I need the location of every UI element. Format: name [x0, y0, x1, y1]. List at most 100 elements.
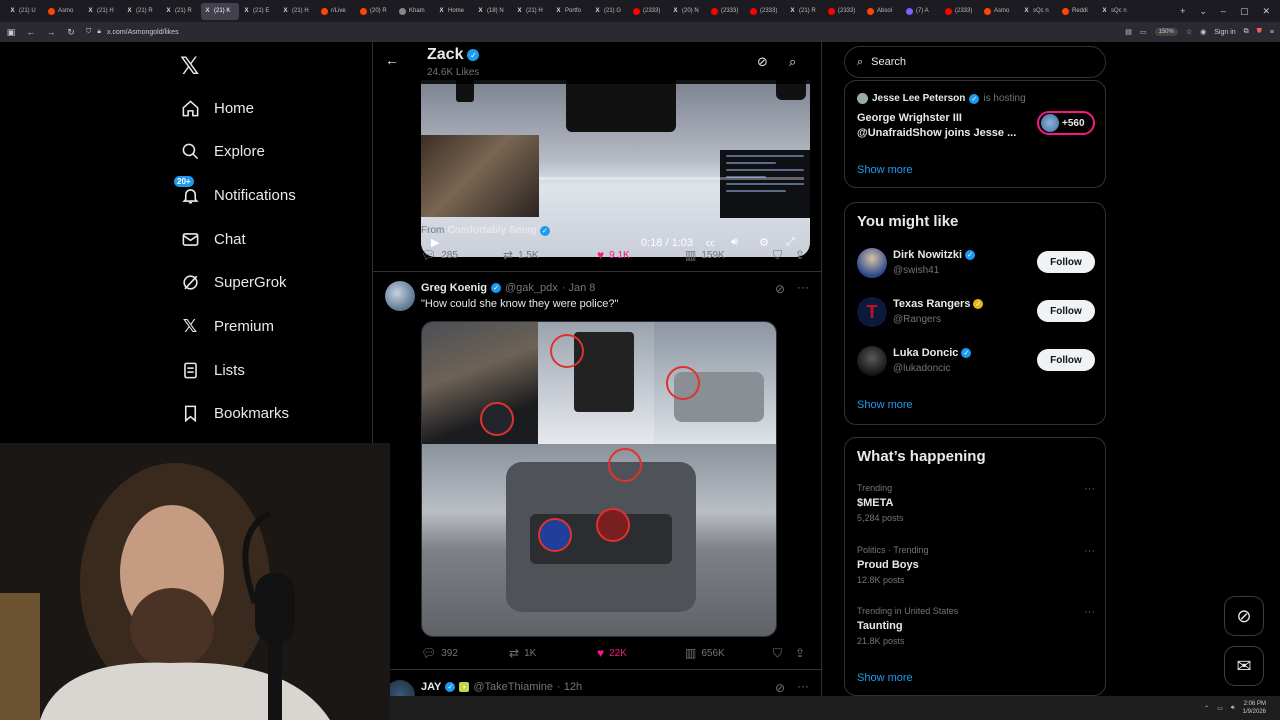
grok-icon[interactable]: ⊘: [775, 681, 785, 695]
grok-icon[interactable]: ⊘: [757, 54, 768, 70]
follow-button[interactable]: Follow: [1037, 300, 1095, 322]
extensions-icon[interactable]: ⧉: [1244, 28, 1249, 36]
like-button[interactable]: ♥ 9.1K: [597, 248, 630, 262]
maximize-icon[interactable]: ▢: [1240, 6, 1249, 17]
zoom-level[interactable]: 150%: [1154, 28, 1178, 36]
tweet-author-handle[interactable]: @TakeThiamine: [473, 681, 553, 693]
browser-tab[interactable]: Asmo: [45, 3, 83, 20]
browser-tab[interactable]: X (21) E: [240, 3, 278, 20]
browser-tab[interactable]: X (21) H: [84, 3, 122, 20]
more-options-icon[interactable]: ···: [1084, 545, 1095, 557]
repost-button[interactable]: ⇄ 1.5K: [503, 248, 539, 262]
space-host-name[interactable]: Jesse Lee Peterson: [872, 93, 965, 104]
tweet-author-handle[interactable]: @gak_pdx: [505, 282, 558, 294]
space-title[interactable]: George Wrighster III @UnafraidShow joins…: [857, 111, 1017, 141]
browser-tab[interactable]: (2333): [942, 3, 980, 20]
search-icon[interactable]: ⌕: [789, 54, 796, 70]
shield-extension-icon[interactable]: ⛊: [1257, 28, 1262, 36]
browser-tab[interactable]: (2333): [630, 3, 668, 20]
browser-tab[interactable]: r/Live: [318, 3, 356, 20]
address-bar[interactable]: ⛉ 🔒︎ x.com/Asmongold/likes: [86, 24, 1115, 40]
browser-tab[interactable]: (2333): [825, 3, 863, 20]
browser-tab[interactable]: X (21) R: [162, 3, 200, 20]
browser-tab[interactable]: XsQc n: [1020, 3, 1058, 20]
browser-tab[interactable]: X Home: [435, 3, 473, 20]
share-button[interactable]: ⇪: [795, 646, 805, 660]
more-options-icon[interactable]: ···: [797, 280, 809, 294]
minimize-icon[interactable]: –: [1221, 6, 1226, 17]
nav-supergrok[interactable]: SuperGrok: [180, 272, 287, 292]
sidebar-toggle-icon[interactable]: ▣: [6, 27, 16, 38]
browser-tab[interactable]: X Portfo: [552, 3, 590, 20]
grok-icon[interactable]: ⊘: [1224, 596, 1264, 636]
speaker-icon[interactable]: 🔊︎: [1231, 705, 1235, 712]
trend-item[interactable]: Trending in United States Taunting 21.8K…: [857, 606, 1095, 656]
browser-tab[interactable]: X (21) R: [786, 3, 824, 20]
trend-item[interactable]: Politics · Trending Proud Boys 12.8K pos…: [857, 545, 1095, 595]
nav-explore[interactable]: Explore: [180, 141, 265, 161]
show-more-link[interactable]: Show more: [857, 164, 913, 176]
follow-button[interactable]: Follow: [1037, 251, 1095, 273]
browser-tab[interactable]: (20) R: [357, 3, 395, 20]
nav-home[interactable]: Home: [180, 98, 254, 118]
show-more-link[interactable]: Show more: [857, 672, 913, 684]
reader-view-icon[interactable]: ▤: [1125, 28, 1132, 36]
reload-icon[interactable]: ↻: [66, 27, 76, 38]
browser-tab[interactable]: X (21) K: [201, 2, 239, 20]
views-button[interactable]: ▥ 159K: [685, 248, 725, 262]
search-input[interactable]: ⌕ Search: [844, 46, 1106, 78]
browser-tab[interactable]: (2333): [747, 3, 785, 20]
nav-premium[interactable]: 𝕏 Premium: [180, 316, 274, 336]
avatar[interactable]: [385, 281, 415, 311]
tweet-author-name[interactable]: JAY: [421, 681, 441, 693]
tweet-date[interactable]: · 12h: [557, 681, 582, 693]
bookmark-star-icon[interactable]: ☆: [1186, 28, 1192, 36]
network-icon[interactable]: ▭: [1217, 705, 1223, 712]
source-account-link[interactable]: Comfortably Smug: [447, 225, 536, 236]
bookmark-button[interactable]: ⛉: [773, 248, 782, 263]
space-listeners-button[interactable]: +560: [1037, 111, 1095, 135]
browser-tab[interactable]: Asmo: [981, 3, 1019, 20]
more-options-icon[interactable]: ···: [1084, 606, 1095, 618]
account-icon[interactable]: ◉: [1200, 28, 1206, 36]
suggested-account[interactable]: Dirk Nowitzki ✓ @swish41 Follow: [857, 245, 1095, 281]
browser-tab[interactable]: X (21) U: [6, 3, 44, 20]
nav-lists[interactable]: Lists: [180, 360, 245, 380]
tweet-image-collage[interactable]: [421, 321, 777, 637]
close-window-icon[interactable]: ✕: [1262, 6, 1270, 17]
bookmark-button[interactable]: ⛉: [773, 646, 782, 661]
tweet-author-name[interactable]: Greg Koenig: [421, 282, 487, 294]
browser-tab[interactable]: X (21) G: [591, 3, 629, 20]
like-button[interactable]: ♥ 22K: [597, 646, 627, 660]
browser-tab[interactable]: X (18) N: [474, 3, 512, 20]
reply-button[interactable]: 💬︎ 392: [421, 646, 458, 660]
back-icon[interactable]: ←: [26, 27, 36, 37]
tweet-date[interactable]: · Jan 8: [562, 282, 596, 294]
browser-tab[interactable]: Reddi: [1059, 3, 1097, 20]
tab-list-icon[interactable]: ⌄: [1199, 6, 1207, 17]
suggested-account[interactable]: T Texas Rangers ✓ @Rangers Follow: [857, 294, 1095, 330]
taskbar-clock[interactable]: 2:06 PM 1/9/2026: [1243, 700, 1266, 716]
nav-notifications[interactable]: 20+ Notifications: [174, 176, 296, 205]
back-arrow-icon[interactable]: ←: [385, 52, 399, 68]
x-logo-icon[interactable]: 𝕏: [180, 52, 199, 81]
grok-icon[interactable]: ⊘: [775, 282, 785, 296]
menu-icon[interactable]: ≡: [1270, 29, 1274, 36]
picture-icon[interactable]: ▭: [1140, 28, 1147, 36]
reply-button[interactable]: 💬︎ 285: [421, 248, 458, 262]
suggested-account[interactable]: Luka Doncic ✓ @lukadoncic Follow: [857, 343, 1095, 379]
new-tab-icon[interactable]: +: [1180, 6, 1185, 17]
show-more-link[interactable]: Show more: [857, 399, 913, 411]
follow-button[interactable]: Follow: [1037, 349, 1095, 371]
browser-tab[interactable]: X (21) H: [279, 3, 317, 20]
browser-tab[interactable]: (7) A: [903, 3, 941, 20]
repost-button[interactable]: ⇄ 1K: [509, 646, 536, 660]
share-button[interactable]: ⇪: [795, 248, 805, 262]
sign-in-link[interactable]: Sign in: [1214, 29, 1235, 36]
nav-chat[interactable]: Chat: [180, 229, 246, 249]
browser-tab[interactable]: X (21) H: [513, 3, 551, 20]
more-options-icon[interactable]: ···: [797, 679, 809, 693]
browser-tab[interactable]: X (20) N: [669, 3, 707, 20]
browser-tab[interactable]: XsQc n: [1098, 3, 1136, 20]
browser-tab[interactable]: (2333): [708, 3, 746, 20]
